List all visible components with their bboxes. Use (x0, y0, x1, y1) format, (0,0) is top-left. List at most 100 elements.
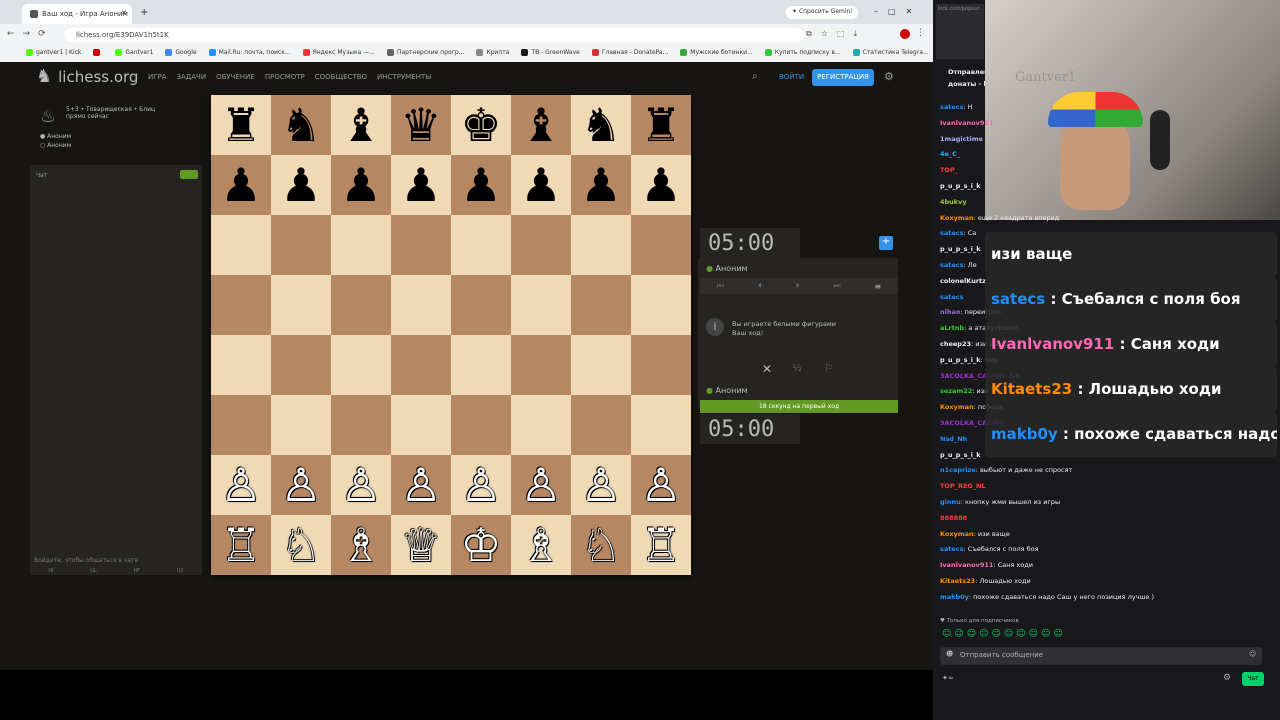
white-piece[interactable]: ♙ (400, 462, 441, 508)
chat-username[interactable]: nihao (940, 308, 960, 316)
board-square[interactable] (331, 395, 391, 455)
white-piece[interactable]: ♖ (640, 522, 681, 568)
bookmark-item[interactable]: Криптa (476, 49, 509, 56)
white-piece[interactable]: ♙ (580, 462, 621, 508)
gemini-button[interactable]: ✦ Спросить Gemini (786, 6, 858, 19)
board-square[interactable] (631, 215, 691, 275)
abort-icon[interactable]: ✕ (762, 362, 772, 376)
board-square[interactable] (631, 335, 691, 395)
chat-username[interactable]: Nsd_Nh (940, 435, 967, 443)
tab-close-icon[interactable]: ✕ (121, 9, 127, 17)
bookmark-item[interactable]: Яндекс Музыка —... (302, 49, 375, 56)
chat-username[interactable]: TOP_ (940, 166, 958, 174)
chat-username[interactable]: ginnu (940, 498, 961, 506)
black-piece[interactable]: ♟ (580, 162, 621, 208)
board-square[interactable] (391, 395, 451, 455)
white-piece[interactable]: ♙ (640, 462, 681, 508)
board-square[interactable]: ♟ (271, 155, 331, 215)
board-square[interactable]: ♟ (511, 155, 571, 215)
board-square[interactable]: ♟ (571, 155, 631, 215)
chat-preset-button[interactable]: HI (48, 568, 53, 574)
player-white[interactable]: ● Аноним (40, 132, 71, 141)
emoji-icon[interactable]: ☻ (946, 650, 953, 658)
login-link[interactable]: ВОЙТИ (779, 73, 804, 81)
board-square[interactable] (331, 335, 391, 395)
chat-username[interactable]: satecs (940, 545, 964, 553)
board-square[interactable] (451, 395, 511, 455)
white-piece[interactable]: ♘ (280, 522, 321, 568)
board-square[interactable] (511, 275, 571, 335)
white-piece[interactable]: ♖ (220, 522, 261, 568)
board-square[interactable]: ♙ (511, 455, 571, 515)
board-square[interactable]: ♟ (451, 155, 511, 215)
black-piece[interactable]: ♟ (460, 162, 501, 208)
add-time-button[interactable]: + (879, 236, 893, 250)
white-piece[interactable]: ♙ (220, 462, 261, 508)
menu-icon[interactable]: ⋮ (916, 28, 925, 38)
board-square[interactable] (271, 395, 331, 455)
black-piece[interactable]: ♜ (220, 102, 261, 148)
chat-username[interactable]: Koxyman (940, 403, 974, 411)
black-piece[interactable]: ♟ (640, 162, 681, 208)
board-square[interactable]: ♙ (211, 455, 271, 515)
board-square[interactable] (631, 275, 691, 335)
profile-avatar[interactable] (900, 29, 910, 39)
bookmark-item[interactable]: Главная - DonatePa... (591, 49, 668, 56)
board-square[interactable]: ♙ (391, 455, 451, 515)
board-square[interactable] (271, 275, 331, 335)
board-square[interactable] (271, 215, 331, 275)
chat-username[interactable]: 4e_C_ (940, 150, 960, 158)
chat-username[interactable]: p_u_p_s_i_k (940, 451, 981, 459)
nav-item[interactable]: сообщество (315, 73, 367, 81)
board-square[interactable] (451, 275, 511, 335)
black-piece[interactable]: ♞ (280, 102, 321, 148)
resign-flag-icon[interactable]: ⚐ (824, 363, 833, 374)
board-square[interactable] (391, 335, 451, 395)
board-square[interactable]: ♙ (631, 455, 691, 515)
chat-username[interactable]: n1ceprize (940, 466, 976, 474)
board-square[interactable]: ♙ (331, 455, 391, 515)
white-piece[interactable]: ♘ (580, 522, 621, 568)
nav-item[interactable]: инструменты (377, 73, 431, 81)
board-square[interactable]: ♕ (391, 515, 451, 575)
white-piece[interactable]: ♔ (460, 522, 501, 568)
browser-tab[interactable]: Ваш ход - Игра Аноним (22, 4, 132, 24)
board-square[interactable] (571, 275, 631, 335)
bookmark-item[interactable] (93, 49, 103, 56)
board-square[interactable]: ♗ (331, 515, 391, 575)
next-move-icon[interactable]: ⏵ (796, 281, 800, 291)
chat-preset-button[interactable]: GL (90, 568, 97, 574)
chat-username[interactable]: Koxyman (940, 214, 974, 222)
chat-username[interactable]: p_u_p_s_i_k (940, 356, 981, 364)
bookmark-item[interactable]: gantver1 | Kick (26, 49, 81, 56)
chat-username[interactable]: makb0y (940, 593, 969, 601)
board-square[interactable]: ♟ (631, 155, 691, 215)
black-piece[interactable]: ♝ (340, 102, 381, 148)
black-piece[interactable]: ♛ (400, 102, 441, 148)
board-square[interactable] (331, 215, 391, 275)
black-piece[interactable]: ♝ (520, 102, 561, 148)
board-square[interactable] (571, 215, 631, 275)
black-piece[interactable]: ♟ (220, 162, 261, 208)
board-square[interactable] (511, 335, 571, 395)
chat-username[interactable]: 1magictime (940, 135, 983, 143)
draw-offer-icon[interactable]: ½ (792, 363, 802, 374)
chat-username[interactable]: satecs (940, 229, 964, 237)
chat-username[interactable]: satecs (940, 261, 964, 269)
nav-item[interactable]: игра (148, 73, 167, 81)
board-square[interactable]: ♖ (211, 515, 271, 575)
board-square[interactable] (571, 395, 631, 455)
chat-preset-button[interactable]: U2 (177, 568, 184, 574)
first-move-icon[interactable]: ⏮ (717, 281, 724, 291)
address-bar[interactable]: lichess.org/E39DAV1h5t1K (64, 28, 804, 42)
bookmark-item[interactable]: Мужские ботинки... (680, 49, 753, 56)
board-square[interactable]: ♟ (391, 155, 451, 215)
black-piece[interactable]: ♟ (280, 162, 321, 208)
board-square[interactable] (211, 395, 271, 455)
black-piece[interactable]: ♟ (340, 162, 381, 208)
chat-username[interactable]: sezam22 (940, 387, 972, 395)
black-piece[interactable]: ♟ (520, 162, 561, 208)
nav-buttons[interactable]: ←→⟳ (7, 29, 54, 39)
board-square[interactable]: ♞ (571, 95, 631, 155)
board-square[interactable]: ♔ (451, 515, 511, 575)
